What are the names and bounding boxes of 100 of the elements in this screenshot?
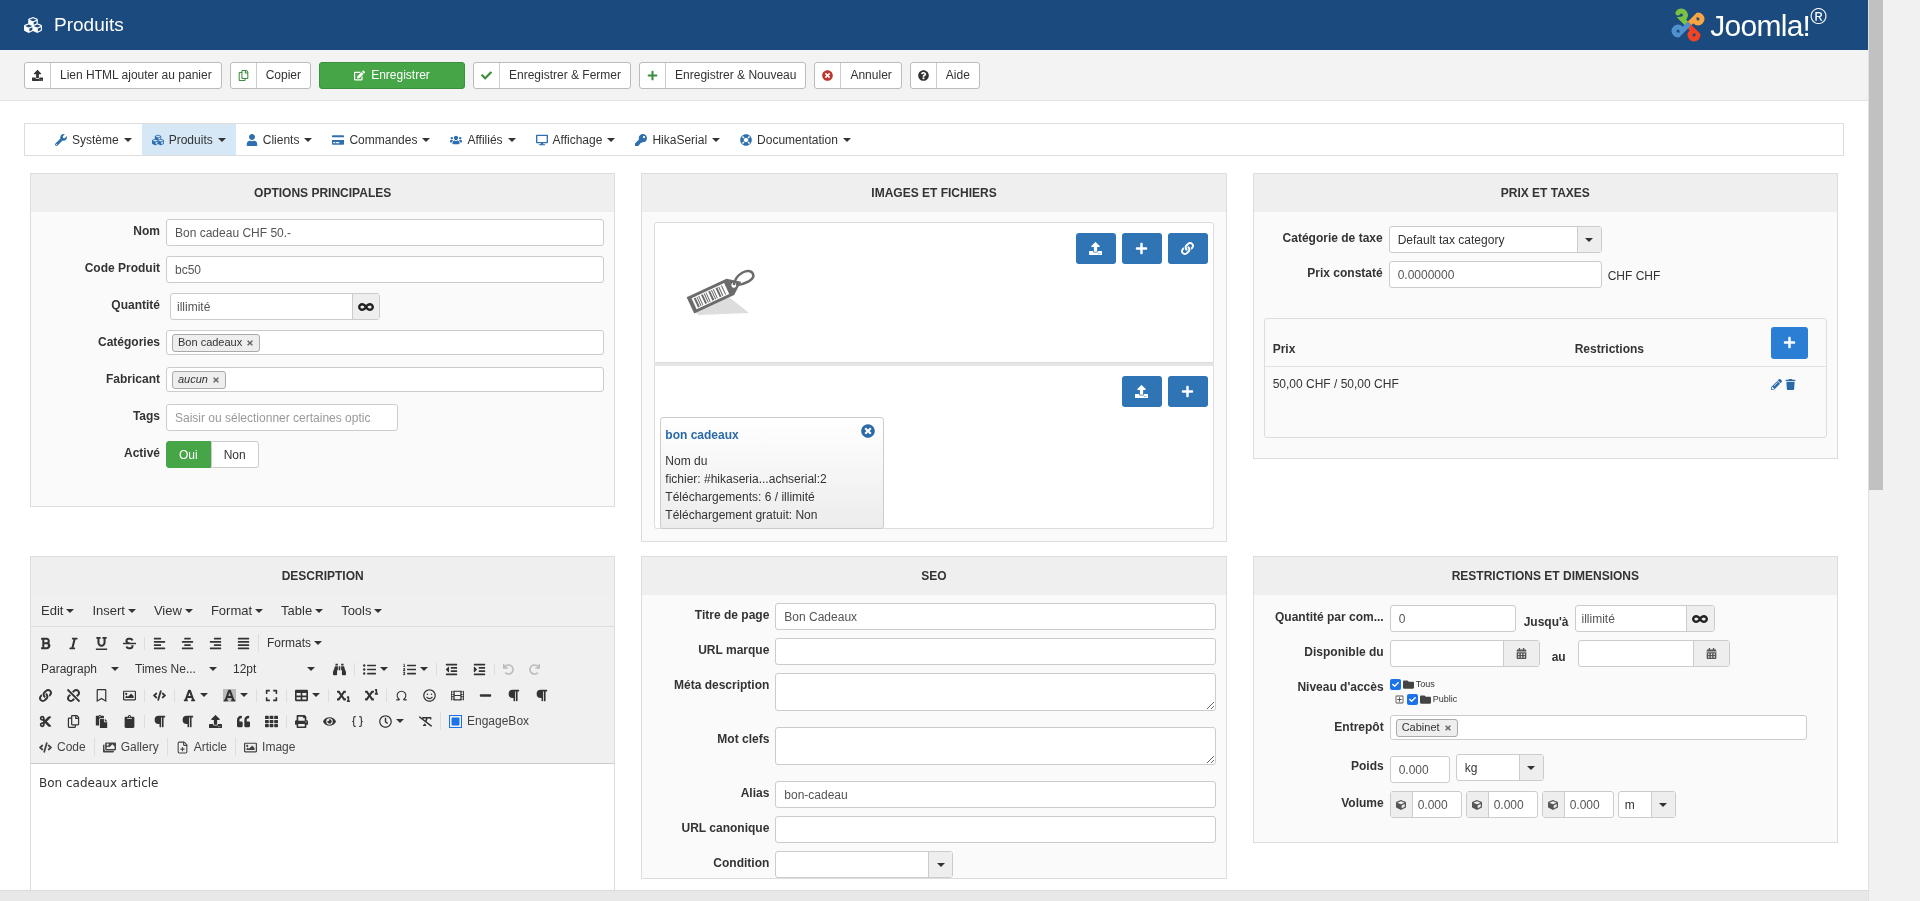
tags-field[interactable]: Saisir ou sélectionner certaines optic — [166, 404, 398, 431]
unlimited-button[interactable] — [1685, 606, 1714, 631]
menu-item[interactable]: HikaSerial — [625, 124, 731, 155]
remove-icon[interactable] — [246, 338, 255, 347]
editor-button[interactable]: Code — [31, 738, 94, 756]
menu-item[interactable]: Commandes — [322, 124, 441, 155]
text-field[interactable]: bon-cadeau — [775, 781, 1216, 808]
menu-item[interactable]: Affichage — [525, 124, 626, 155]
ltr-icon[interactable] — [507, 688, 520, 702]
engagebox-button[interactable]: EngageBox — [440, 712, 538, 730]
text-field[interactable]: Bon cadeau CHF 50.- — [166, 219, 605, 246]
text-color-icon[interactable] — [183, 688, 196, 702]
toolbar-button[interactable]: Lien HTML ajouter au panier — [24, 61, 222, 89]
quote-icon[interactable] — [237, 714, 250, 728]
menu-item[interactable]: Produits — [141, 124, 236, 155]
unlimited-button[interactable] — [352, 294, 379, 319]
unlink-icon[interactable] — [67, 688, 80, 702]
braces-icon[interactable] — [351, 714, 364, 728]
highlight-icon[interactable] — [223, 688, 236, 702]
align-right-icon[interactable] — [209, 636, 222, 650]
date-field[interactable] — [1389, 640, 1540, 667]
editor-select[interactable]: Paragraph — [37, 660, 123, 678]
tag-field[interactable]: aucun — [166, 367, 605, 392]
editor-button[interactable]: Article — [166, 738, 236, 756]
toggle-option[interactable]: Non — [210, 441, 259, 468]
remove-icon[interactable] — [1443, 723, 1452, 732]
bold-icon[interactable] — [39, 636, 52, 650]
remove-icon[interactable] — [212, 375, 220, 384]
editor-menu-item[interactable]: Table — [281, 600, 324, 621]
upload-button[interactable] — [1121, 376, 1162, 407]
strikethrough-icon[interactable] — [123, 636, 136, 650]
add-button[interactable] — [1121, 233, 1162, 264]
text-field[interactable]: Bon Cadeaux — [775, 603, 1216, 630]
subscript-icon[interactable] — [337, 688, 350, 702]
add-button[interactable] — [1167, 376, 1208, 407]
dimension-field[interactable]: 0.000 — [1465, 791, 1538, 818]
editor-menu-item[interactable]: Edit — [41, 600, 75, 621]
indent-icon[interactable] — [473, 662, 486, 676]
weight-field[interactable]: 0.000 — [1389, 756, 1450, 783]
smiley-icon[interactable] — [423, 688, 436, 702]
binoculars-icon[interactable] — [333, 662, 346, 676]
edit-icon[interactable] — [1771, 378, 1782, 390]
unit-select[interactable]: kg — [1455, 754, 1544, 781]
editor-select[interactable]: Times Ne... — [131, 660, 221, 678]
table-icon[interactable] — [295, 688, 308, 702]
toolbar-button[interactable]: Enregistrer & Fermer — [473, 61, 632, 89]
checkbox[interactable] — [1389, 679, 1401, 690]
link-icon[interactable] — [39, 688, 52, 702]
paragraph-icon[interactable] — [153, 714, 166, 728]
grid-icon[interactable] — [265, 714, 278, 728]
preview-icon[interactable] — [323, 714, 336, 728]
image-icon[interactable] — [123, 688, 136, 702]
link-button[interactable] — [1167, 233, 1208, 264]
align-left-icon[interactable] — [153, 636, 166, 650]
editor-menu-item[interactable]: View — [153, 600, 193, 621]
select-field[interactable]: Default tax category — [1388, 226, 1602, 253]
checkbox[interactable] — [1406, 694, 1418, 705]
menu-item[interactable]: Clients — [235, 124, 323, 155]
print-icon[interactable] — [295, 714, 308, 728]
price-field[interactable]: 0.0000000 — [1388, 261, 1602, 288]
expand-icon[interactable] — [1394, 695, 1404, 704]
toolbar-button[interactable]: Aide — [909, 61, 980, 89]
media-icon[interactable] — [451, 688, 464, 702]
tag-field[interactable]: Bon cadeaux — [166, 330, 605, 355]
numbered-list-icon[interactable] — [403, 662, 416, 676]
bookmark-icon[interactable] — [95, 688, 108, 702]
quantity-field[interactable]: 0 — [1389, 605, 1516, 632]
cut-icon[interactable] — [39, 714, 52, 728]
remove-icon[interactable] — [861, 424, 876, 438]
delete-icon[interactable] — [1785, 378, 1796, 390]
dimension-field[interactable]: 0.000 — [1389, 791, 1462, 818]
clock-icon[interactable] — [379, 714, 392, 728]
date-field[interactable] — [1577, 640, 1730, 667]
warehouse-field[interactable]: Cabinet — [1389, 715, 1807, 740]
formats-menu[interactable]: Formats — [258, 634, 330, 652]
editor-menu-item[interactable]: Insert — [92, 600, 136, 621]
paste-text-icon[interactable] — [123, 714, 136, 728]
toolbar-button[interactable]: Copier — [229, 61, 311, 89]
text-field[interactable] — [775, 638, 1216, 665]
upload-icon[interactable] — [209, 714, 222, 728]
select-field[interactable] — [775, 851, 954, 878]
outdent-icon[interactable] — [445, 662, 458, 676]
align-center-icon[interactable] — [181, 636, 194, 650]
upload-button[interactable] — [1075, 233, 1116, 264]
underline-icon[interactable] — [95, 636, 108, 650]
fullscreen-icon[interactable] — [265, 688, 278, 702]
toolbar-button[interactable]: Annuler — [814, 61, 902, 89]
dimension-field[interactable]: 0.000 — [1541, 791, 1614, 818]
bullet-list-icon[interactable] — [363, 662, 376, 676]
menu-item[interactable]: Affiliés — [440, 124, 526, 155]
editor-select[interactable]: 12pt — [229, 660, 319, 678]
menu-item[interactable]: Documentation — [730, 124, 861, 155]
code-icon[interactable] — [153, 688, 166, 702]
align-justify-icon[interactable] — [237, 636, 250, 650]
editor-button[interactable]: Image — [235, 738, 304, 756]
editor-menu-item[interactable]: Format — [210, 600, 264, 621]
text-field[interactable]: bc50 — [166, 256, 605, 283]
clear-format-icon[interactable] — [419, 714, 432, 728]
max-quantity-field[interactable]: illimité — [1574, 605, 1715, 632]
copy-icon[interactable] — [67, 714, 80, 728]
